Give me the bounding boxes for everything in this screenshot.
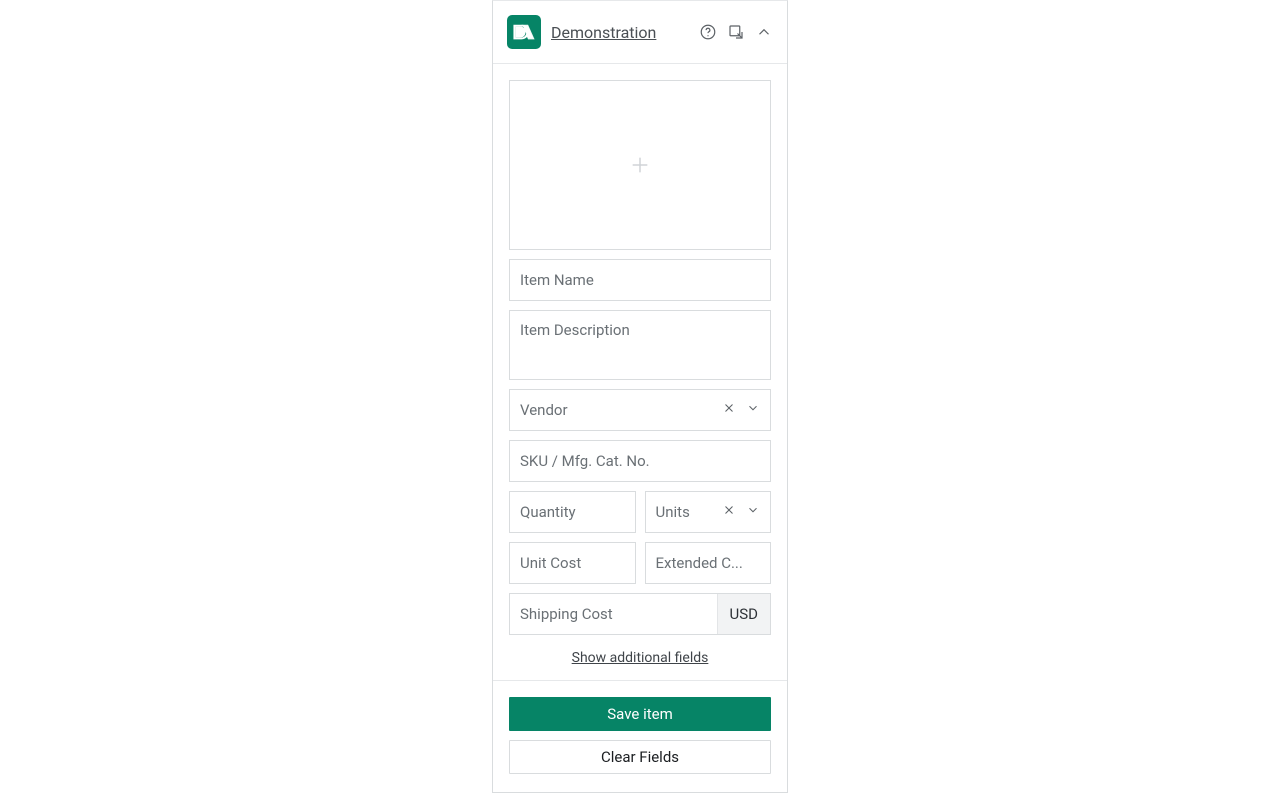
- clear-button[interactable]: Clear Fields: [509, 740, 771, 774]
- help-icon[interactable]: [699, 23, 717, 41]
- sku-placeholder: SKU / Mfg. Cat. No.: [520, 452, 760, 470]
- chevron-down-icon[interactable]: [746, 503, 760, 521]
- extended-cost-field[interactable]: Extended C...: [645, 542, 772, 584]
- header-actions: [699, 23, 773, 41]
- item-name-field[interactable]: Item Name: [509, 259, 771, 301]
- show-additional-fields: Show additional fields: [509, 648, 771, 666]
- vendor-select[interactable]: Vendor: [509, 389, 771, 431]
- quantity-placeholder: Quantity: [520, 503, 625, 521]
- item-form: Item Name Item Description Vendor SKU / …: [493, 64, 787, 680]
- item-description-field[interactable]: Item Description: [509, 310, 771, 380]
- org-link[interactable]: Demonstration: [551, 23, 689, 42]
- unit-cost-field[interactable]: Unit Cost: [509, 542, 636, 584]
- show-additional-fields-link[interactable]: Show additional fields: [572, 650, 709, 666]
- panel-footer: Save item Clear Fields: [493, 680, 787, 792]
- vendor-placeholder: Vendor: [520, 401, 722, 419]
- units-select[interactable]: Units: [645, 491, 772, 533]
- panel-header: Demonstration: [493, 1, 787, 64]
- item-description-placeholder: Item Description: [520, 321, 760, 339]
- extension-panel: Demonstration: [492, 0, 788, 793]
- close-icon[interactable]: [722, 401, 736, 419]
- currency-label: USD: [717, 594, 770, 634]
- extended-cost-placeholder: Extended C...: [656, 554, 761, 572]
- shipping-cost-row: Shipping Cost USD: [509, 593, 771, 635]
- item-name-placeholder: Item Name: [520, 271, 760, 289]
- pop-out-icon[interactable]: [727, 23, 745, 41]
- image-upload-zone[interactable]: [509, 80, 771, 250]
- shipping-cost-placeholder: Shipping Cost: [520, 605, 613, 623]
- brand-logo: [507, 15, 541, 49]
- units-placeholder: Units: [656, 503, 723, 521]
- close-icon[interactable]: [722, 503, 736, 521]
- plus-icon: [629, 154, 651, 176]
- quantity-field[interactable]: Quantity: [509, 491, 636, 533]
- save-button[interactable]: Save item: [509, 697, 771, 731]
- chevron-down-icon[interactable]: [746, 401, 760, 419]
- shipping-cost-field[interactable]: Shipping Cost: [510, 594, 717, 634]
- unit-cost-placeholder: Unit Cost: [520, 554, 625, 572]
- logo-icon: [511, 19, 537, 45]
- sku-field[interactable]: SKU / Mfg. Cat. No.: [509, 440, 771, 482]
- chevron-up-icon[interactable]: [755, 23, 773, 41]
